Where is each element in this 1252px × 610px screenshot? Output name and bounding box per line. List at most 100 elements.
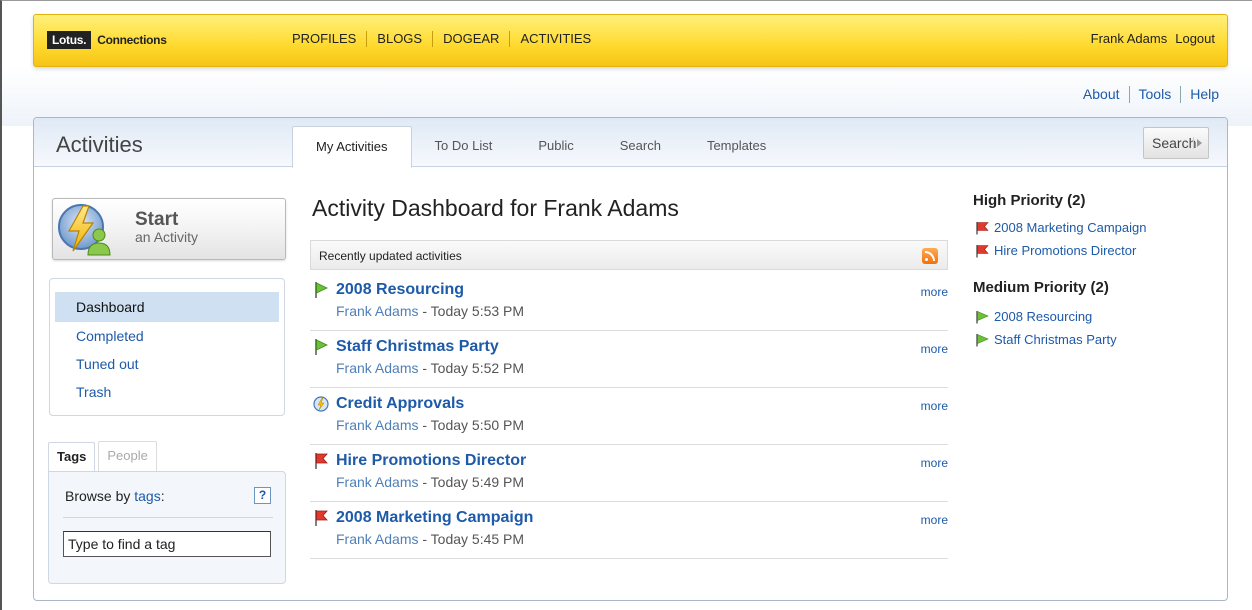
left-nav-tuned-out[interactable]: Tuned out [55,350,279,378]
activity-author[interactable]: Frank Adams [336,417,418,433]
page-title: Activities [56,132,143,157]
activity-row: 2008 Marketing Campaign Frank Adams - To… [310,502,948,559]
top-nav-profiles[interactable]: PROFILES [292,31,366,47]
about-link[interactable]: About [1074,86,1129,103]
high-priority-heading: High Priority (2) [973,192,1086,209]
help-link[interactable]: Help [1180,86,1228,103]
activity-title[interactable]: Hire Promotions Director [336,452,526,470]
activity-author[interactable]: Frank Adams [336,303,418,319]
activity-time: - Today 5:53 PM [418,303,525,319]
tag-panel: Tags People Browse by tags: ? [48,441,286,584]
green-flag-icon [976,333,989,346]
dashboard-title: Activity Dashboard for Frank Adams [312,195,679,221]
activity-title[interactable]: 2008 Resourcing [336,281,464,299]
tag-search-input[interactable] [63,531,271,557]
left-nav-trash[interactable]: Trash [55,378,279,406]
lotus-connections-logo[interactable]: Lotus. Connections [47,30,167,50]
start-activity-icon [58,204,111,256]
high-priority-item[interactable]: 2008 Marketing Campaign [975,220,1146,235]
green-flag-icon [976,310,989,323]
red-flag-icon [315,453,328,469]
browse-by-label: Browse by tags: [65,488,165,504]
activity-meta: Frank Adams - Today 5:49 PM [336,474,524,490]
activity-meta: Frank Adams - Today 5:52 PM [336,360,524,376]
activity-title[interactable]: Credit Approvals [336,395,464,413]
activity-meta: Frank Adams - Today 5:45 PM [336,531,524,547]
activity-row: Credit Approvals Frank Adams - Today 5:5… [310,388,948,445]
high-priority-item[interactable]: Hire Promotions Director [975,243,1136,258]
arrow-right-icon [1193,137,1203,149]
activity-time: - Today 5:45 PM [418,531,525,547]
red-flag-icon [976,221,989,234]
top-banner: Lotus. Connections PROFILES BLOGS DOGEAR… [33,14,1228,67]
user-nav: Frank Adams Logout [1091,31,1215,46]
tab-tags[interactable]: Tags [48,442,96,472]
left-nav-completed[interactable]: Completed [55,322,279,350]
activity-meta: Frank Adams - Today 5:53 PM [336,303,524,319]
green-flag-icon [315,282,328,298]
activity-row: 2008 Resourcing Frank Adams - Today 5:53… [310,274,948,331]
activity-title[interactable]: Staff Christmas Party [336,338,499,356]
start-activity-button[interactable]: Start an Activity [52,198,286,260]
activity-author[interactable]: Frank Adams [336,531,418,547]
more-link[interactable]: more [921,456,948,470]
start-subtitle: an Activity [135,229,199,245]
activity-time: - Today 5:49 PM [418,474,525,490]
tab-templates[interactable]: Templates [684,126,789,167]
logo-mark: Lotus. [47,31,92,49]
tab-public[interactable]: Public [515,126,596,167]
logout-link[interactable]: Logout [1175,31,1215,46]
rss-feed-icon[interactable] [922,248,938,264]
activity-row: Staff Christmas Party Frank Adams - Toda… [310,331,948,388]
logo-text: Connections [97,33,167,47]
tab-search[interactable]: Search [597,126,684,167]
search-button-label: Search [1152,135,1197,151]
main-panel: Activities My Activities To Do List Publ… [33,117,1228,601]
utility-nav: About Tools Help [1074,86,1228,103]
activity-bolt-icon [313,396,329,412]
top-nav-activities[interactable]: ACTIVITIES [509,31,601,47]
activity-row: Hire Promotions Director Frank Adams - T… [310,445,948,502]
activity-time: - Today 5:52 PM [418,360,525,376]
tag-panel-body: Browse by tags: ? [48,471,286,584]
top-nav: PROFILES BLOGS DOGEAR ACTIVITIES [292,31,601,47]
medium-priority-item-label: 2008 Resourcing [994,309,1093,324]
browse-prefix: Browse by [65,488,131,504]
activity-author[interactable]: Frank Adams [336,360,418,376]
search-button[interactable]: Search [1143,127,1209,159]
red-flag-icon [976,244,989,257]
tab-bar: My Activities To Do List Public Search T… [292,126,789,168]
left-nav: Dashboard Completed Tuned out Trash [49,278,285,416]
activity-author[interactable]: Frank Adams [336,474,418,490]
top-nav-blogs[interactable]: BLOGS [366,31,432,47]
tools-link[interactable]: Tools [1128,86,1181,103]
activity-time: - Today 5:50 PM [418,417,525,433]
more-link[interactable]: more [921,513,948,527]
divider [63,517,273,518]
medium-priority-item[interactable]: Staff Christmas Party [975,332,1117,347]
recent-activities-label: Recently updated activities [319,249,462,263]
recent-activities-bar: Recently updated activities [310,240,948,270]
tag-tabs: Tags People [48,441,286,472]
high-priority-item-label: 2008 Marketing Campaign [994,220,1147,235]
start-title: Start [135,209,179,230]
left-nav-dashboard[interactable]: Dashboard [55,292,279,322]
tab-people[interactable]: People [98,441,157,471]
top-nav-dogear[interactable]: DOGEAR [432,31,509,47]
medium-priority-item-label: Staff Christmas Party [994,332,1117,347]
user-name-link[interactable]: Frank Adams [1091,31,1168,46]
green-flag-icon [315,339,328,355]
more-link[interactable]: more [921,342,948,356]
activity-meta: Frank Adams - Today 5:50 PM [336,417,524,433]
red-flag-icon [315,510,328,526]
activity-title[interactable]: 2008 Marketing Campaign [336,509,533,527]
tab-to-do-list[interactable]: To Do List [412,126,516,167]
more-link[interactable]: more [921,399,948,413]
browse-tags-link[interactable]: tags [134,488,160,504]
more-link[interactable]: more [921,285,948,299]
panel-header: Activities My Activities To Do List Publ… [34,118,1227,168]
help-icon[interactable]: ? [254,487,271,504]
browse-suffix: : [160,488,165,504]
medium-priority-item[interactable]: 2008 Resourcing [975,309,1092,324]
tab-my-activities[interactable]: My Activities [292,126,412,168]
